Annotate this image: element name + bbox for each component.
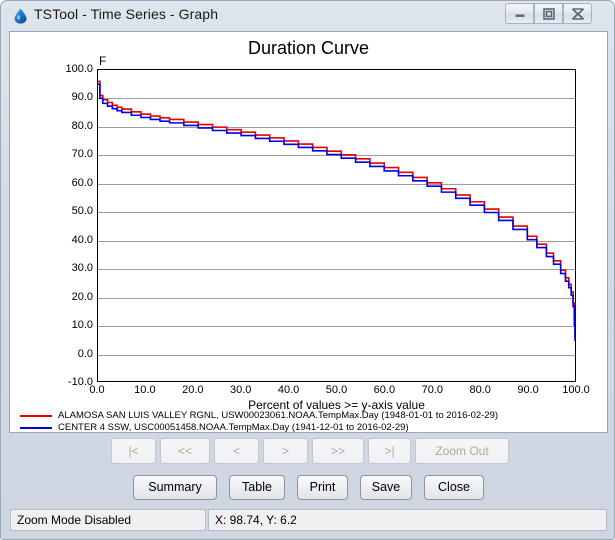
close-button[interactable] <box>563 3 592 24</box>
series-line-alamosa <box>98 81 575 337</box>
status-coordinates: X: 98.74, Y: 6.2 <box>208 509 607 531</box>
x-tick-label: 0.0 <box>89 384 105 396</box>
minimize-button[interactable] <box>505 3 534 24</box>
y-tick-label: -10.0 <box>67 376 93 388</box>
water-drop-icon <box>13 8 28 24</box>
x-tick-label: 100.0 <box>562 384 590 396</box>
y-tick-label: 40.0 <box>71 233 93 246</box>
save-button[interactable]: Save <box>360 475 412 500</box>
y-axis-unit-label: F <box>99 54 107 68</box>
y-tick-label: 90.0 <box>71 91 93 104</box>
x-tick-label: 80.0 <box>469 384 491 396</box>
x-tick-label: 30.0 <box>229 384 252 396</box>
maximize-button[interactable] <box>534 3 563 24</box>
nav-button-last[interactable]: >| <box>368 438 411 464</box>
chart-panel: Duration Curve F 100.0 90.0 80.0 70.0 60.0 50… <box>9 31 608 433</box>
nav-button-page-back[interactable]: << <box>160 438 210 464</box>
legend-entry: ALAMOSA SAN LUIS VALLEY RGNL, USW0002306… <box>18 410 598 422</box>
x-tick-label: 70.0 <box>421 384 444 396</box>
plot-area[interactable] <box>97 69 576 382</box>
x-tick-label: 20.0 <box>182 384 204 396</box>
y-tick-label: 10.0 <box>71 319 93 332</box>
y-axis-ticks: 100.0 90.0 80.0 70.0 60.0 50.0 40.0 30.0 20.0 10.… <box>37 63 93 388</box>
x-tick-label: 40.0 <box>277 384 300 396</box>
status-zoom-mode: Zoom Mode Disabled <box>10 509 206 531</box>
y-tick-label: 100.0 <box>65 63 93 75</box>
nav-button-first[interactable]: |< <box>111 438 156 464</box>
x-tick-label: 50.0 <box>325 384 348 396</box>
y-tick-label: 60.0 <box>71 176 93 189</box>
duration-curves <box>98 70 575 381</box>
status-bar: Zoom Mode Disabled X: 98.74, Y: 6.2 <box>10 509 607 531</box>
graph-window: TSTool - Time Series - Graph Duration Cu… <box>0 0 615 540</box>
summary-button[interactable]: Summary <box>133 475 217 500</box>
navigation-button-row: |< << < > >> >| Zoom Out <box>1 438 615 472</box>
y-tick-label: 20.0 <box>71 290 93 303</box>
table-button[interactable]: Table <box>229 475 285 500</box>
series-line-center <box>98 84 575 341</box>
legend-label: ALAMOSA SAN LUIS VALLEY RGNL, USW0002306… <box>58 410 499 421</box>
title-bar: TSTool - Time Series - Graph <box>1 1 614 31</box>
legend-entry: CENTER 4 SSW, USC00051458.NOAA.TempMax.D… <box>18 422 598 433</box>
y-tick-label: 70.0 <box>71 148 93 161</box>
legend-color-swatch <box>20 415 52 417</box>
chart-legend: ALAMOSA SAN LUIS VALLEY RGNL, USW0002306… <box>18 410 598 433</box>
x-tick-label: 60.0 <box>373 384 396 396</box>
nav-button-zoom-out[interactable]: Zoom Out <box>415 438 509 464</box>
print-button[interactable]: Print <box>297 475 348 500</box>
nav-button-step-back[interactable]: < <box>214 438 259 464</box>
nav-button-step-forward[interactable]: > <box>263 438 308 464</box>
window-title: TSTool - Time Series - Graph <box>34 6 219 22</box>
x-tick-label: 90.0 <box>517 384 539 396</box>
legend-color-swatch <box>20 427 52 429</box>
y-tick-label: 30.0 <box>71 262 93 275</box>
y-tick-label: 0.0 <box>77 347 93 360</box>
legend-label: CENTER 4 SSW, USC00051458.NOAA.TempMax.D… <box>58 422 409 433</box>
y-tick-label: 50.0 <box>71 205 93 218</box>
action-button-row: Summary Table Print Save Close <box>1 475 615 505</box>
nav-button-page-forward[interactable]: >> <box>312 438 364 464</box>
close-button[interactable]: Close <box>424 475 484 500</box>
x-tick-label: 10.0 <box>134 384 156 396</box>
y-tick-label: 80.0 <box>71 119 93 132</box>
